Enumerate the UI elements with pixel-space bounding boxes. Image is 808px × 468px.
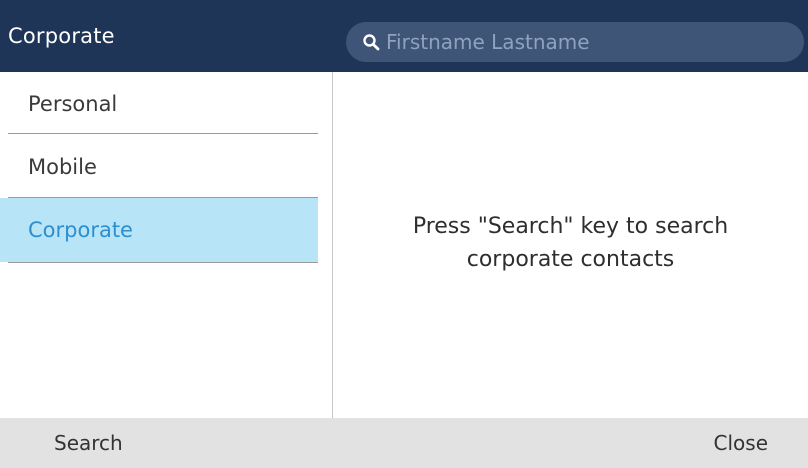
- message-line-1: Press "Search" key to search: [412, 214, 729, 239]
- search-box[interactable]: [346, 22, 804, 62]
- softkey-bar: Search Close: [0, 418, 808, 468]
- sidebar-item-corporate[interactable]: Corporate: [0, 198, 318, 262]
- sidebar-item-personal[interactable]: Personal: [8, 72, 318, 136]
- page-title: Corporate: [8, 24, 115, 48]
- divider: [8, 133, 318, 134]
- sidebar-item-label: Corporate: [28, 218, 133, 242]
- sidebar-item-mobile[interactable]: Mobile: [8, 135, 318, 199]
- search-icon: [363, 34, 380, 51]
- close-softkey[interactable]: Close: [714, 418, 768, 468]
- sidebar-item-label: Personal: [28, 92, 118, 116]
- directory-screen: Corporate Personal Mobile Corporate Pres…: [0, 0, 808, 468]
- sidebar-item-label: Mobile: [28, 155, 97, 179]
- search-softkey[interactable]: Search: [54, 418, 123, 468]
- search-input[interactable]: [386, 22, 786, 62]
- divider: [8, 262, 318, 263]
- sidebar: Personal Mobile Corporate: [0, 72, 333, 418]
- message-line-2: corporate contacts: [466, 247, 675, 272]
- header-bar: Corporate: [0, 0, 808, 72]
- content-area: Press "Search" key to search corporate c…: [333, 72, 808, 418]
- empty-state-message: Press "Search" key to search corporate c…: [333, 210, 808, 276]
